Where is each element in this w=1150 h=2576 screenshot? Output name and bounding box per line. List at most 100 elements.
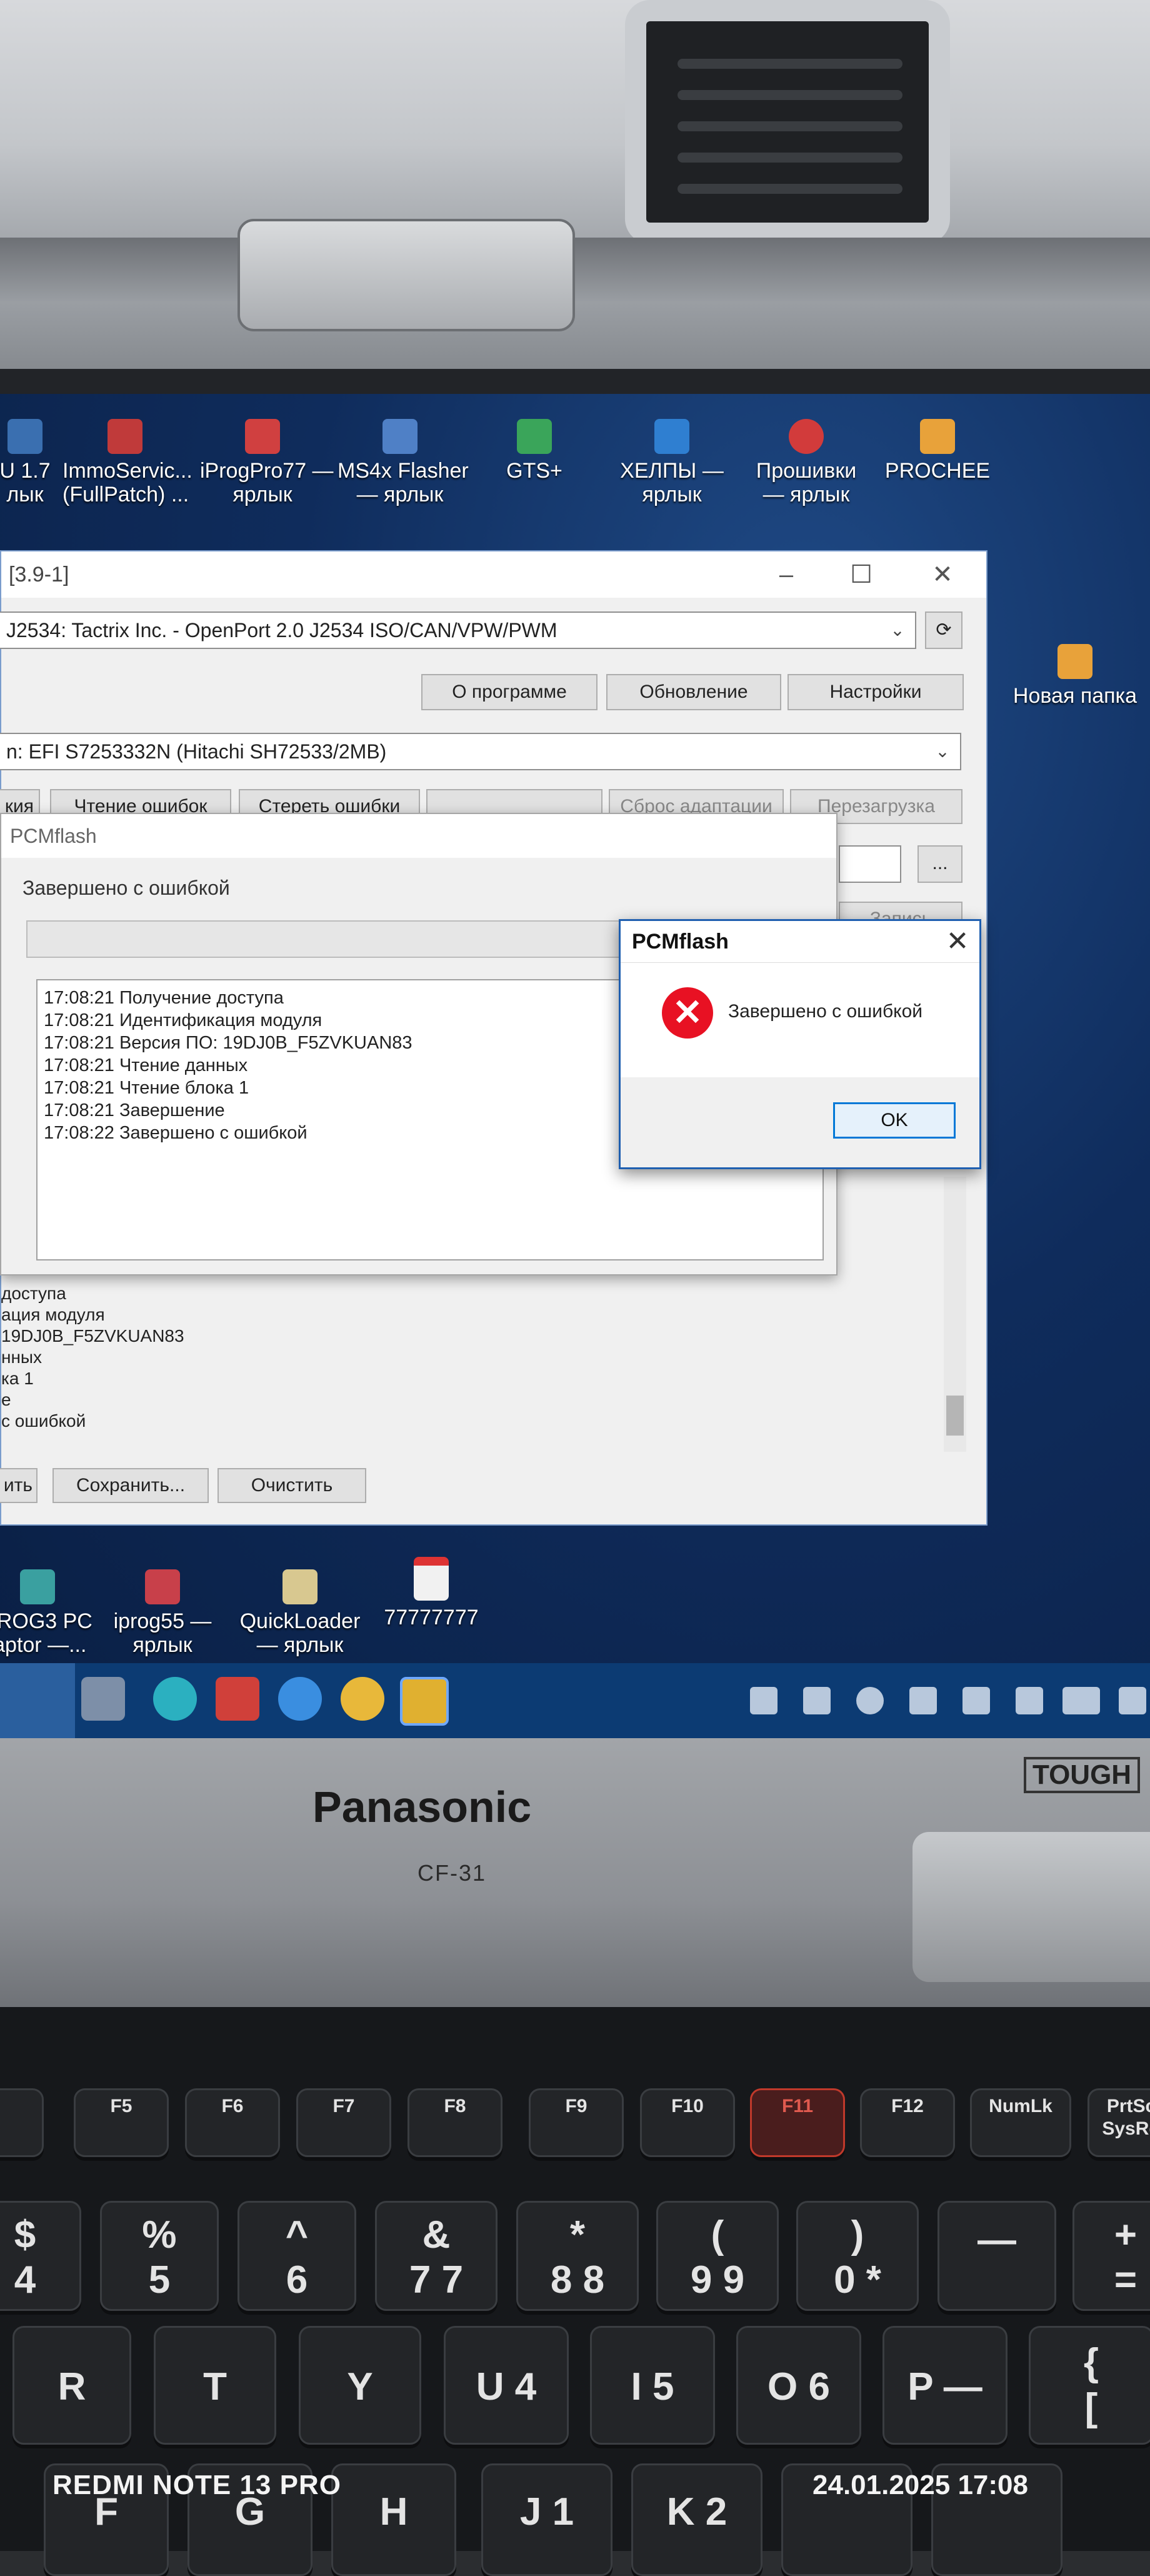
key-5[interactable]: % 5 bbox=[100, 2201, 219, 2311]
key-8[interactable]: * 8 8 bbox=[516, 2201, 639, 2311]
wifi-icon[interactable] bbox=[1016, 1687, 1043, 1714]
lid-latch bbox=[238, 219, 575, 331]
minimize-icon[interactable]: – bbox=[749, 551, 824, 598]
desktop-icon-pdf[interactable]: 77777777 bbox=[369, 1557, 494, 1629]
update-button[interactable]: Обновление bbox=[606, 674, 781, 710]
app-icon bbox=[654, 419, 689, 454]
folder-icon bbox=[1058, 644, 1092, 679]
key-t[interactable]: T bbox=[154, 2326, 276, 2445]
key-r[interactable]: R bbox=[12, 2326, 131, 2445]
key-h[interactable]: H bbox=[331, 2463, 456, 2576]
desktop-icon-new-folder[interactable]: Новая папка bbox=[1012, 644, 1138, 708]
desktop-icon-gts[interactable]: GTS+ bbox=[472, 419, 597, 483]
hinge bbox=[912, 1832, 1150, 1982]
app-icon bbox=[8, 419, 42, 454]
tray-app-icon[interactable] bbox=[750, 1687, 778, 1714]
key-f6[interactable]: F6 bbox=[185, 2088, 280, 2157]
desktop-icon-iprog55[interactable]: iprog55 — ярлык bbox=[100, 1569, 225, 1657]
key-equals[interactable]: + = bbox=[1072, 2201, 1150, 2311]
key-f10[interactable]: F10 bbox=[640, 2088, 735, 2157]
log-scrollbar[interactable] bbox=[944, 1177, 966, 1452]
key-bracket[interactable]: { [ bbox=[1029, 2326, 1150, 2445]
about-button[interactable]: О программе bbox=[421, 674, 598, 710]
error-icon: ✕ bbox=[662, 987, 713, 1039]
key-minus[interactable]: — bbox=[938, 2201, 1056, 2311]
progress-status-text: Завершено с ошибкой bbox=[22, 877, 230, 899]
key-j[interactable]: J 1 bbox=[481, 2463, 612, 2576]
key-i[interactable]: I 5 bbox=[590, 2326, 715, 2445]
taskbar bbox=[0, 1663, 1150, 1738]
pcmflash-taskbar-icon[interactable] bbox=[400, 1677, 449, 1726]
task-view-icon[interactable] bbox=[81, 1677, 125, 1721]
key-f5[interactable]: F5 bbox=[74, 2088, 169, 2157]
app-icon bbox=[282, 1569, 318, 1604]
camera-watermark-datetime: 24.01.2025 17:08 bbox=[812, 2470, 1028, 2500]
app-icon bbox=[245, 419, 280, 454]
key-6[interactable]: ^ 6 bbox=[238, 2201, 356, 2311]
app-icon bbox=[20, 1569, 55, 1604]
key-u[interactable]: U 4 bbox=[444, 2326, 569, 2445]
key[interactable] bbox=[0, 2088, 44, 2157]
key-printscreen[interactable]: PrtSc SysRq bbox=[1088, 2088, 1150, 2157]
refresh-icon: ⟳ bbox=[936, 620, 952, 640]
taskbar-search-box[interactable] bbox=[0, 1663, 75, 1738]
ecu-select[interactable]: n: EFI S7253332N (Hitachi SH72533/2MB) ⌄ bbox=[0, 733, 961, 770]
app-taskbar-icon[interactable] bbox=[278, 1677, 322, 1721]
ok-button[interactable]: OK bbox=[833, 1102, 956, 1139]
key-k[interactable]: K 2 bbox=[631, 2463, 762, 2576]
chrome-icon[interactable] bbox=[341, 1677, 384, 1721]
clear-log-button[interactable]: Очистить bbox=[218, 1468, 366, 1503]
keyboard-icon[interactable] bbox=[1062, 1687, 1100, 1714]
model-label: CF-31 bbox=[418, 1860, 487, 1886]
desktop-icon-ms4x-flasher[interactable]: MS4x Flasher — ярлык bbox=[338, 419, 469, 506]
key-f11[interactable]: F11 bbox=[750, 2088, 845, 2157]
notifications-icon[interactable] bbox=[1119, 1687, 1146, 1714]
settings-button[interactable]: Настройки bbox=[788, 674, 964, 710]
app-taskbar-icon[interactable] bbox=[216, 1677, 259, 1721]
desktop-icon-prochee[interactable]: PROCHEE bbox=[875, 419, 1000, 483]
desktop-icon-iprogpro[interactable]: iProgPro77 — ярлык bbox=[200, 419, 334, 506]
app-icon bbox=[517, 419, 552, 454]
battery-icon[interactable] bbox=[909, 1687, 937, 1714]
key-f8[interactable]: F8 bbox=[408, 2088, 502, 2157]
key-f7[interactable]: F7 bbox=[296, 2088, 391, 2157]
key-9[interactable]: ( 9 9 bbox=[656, 2201, 779, 2311]
bottom-button-1[interactable]: ить bbox=[0, 1468, 38, 1503]
save-log-button[interactable]: Сохранить... bbox=[52, 1468, 209, 1503]
main-log-output: доступа ация модуля 19DJ0B_F5ZVKUAN83 нн… bbox=[1, 1284, 184, 1431]
edge-icon[interactable] bbox=[153, 1677, 197, 1721]
key-4[interactable]: $ 4 bbox=[0, 2201, 81, 2311]
desktop-icon-proshivki[interactable]: Прошивки — ярлык bbox=[744, 419, 869, 506]
key-7[interactable]: & 7 7 bbox=[375, 2201, 498, 2311]
usb-icon[interactable] bbox=[962, 1687, 990, 1714]
brand-logo: Panasonic bbox=[312, 1783, 532, 1831]
message-box-title: PCMflash bbox=[632, 930, 729, 953]
app-icon bbox=[108, 419, 142, 454]
close-icon[interactable]: ✕ bbox=[936, 921, 979, 962]
tray-app-icon[interactable] bbox=[856, 1687, 884, 1714]
volume-icon[interactable] bbox=[803, 1687, 831, 1714]
desktop-icon-immoservice[interactable]: ImmoServic... (FullPatch) ... bbox=[62, 419, 192, 506]
maximize-icon[interactable]: ☐ bbox=[824, 551, 899, 598]
key-p[interactable]: P — bbox=[882, 2326, 1008, 2445]
refresh-button[interactable]: ⟳ bbox=[925, 611, 962, 649]
desktop-icon-prog3[interactable]: PROG3 PC laptor —... bbox=[0, 1569, 100, 1657]
adapter-select[interactable]: J2534: Tactrix Inc. - OpenPort 2.0 J2534… bbox=[0, 611, 916, 649]
message-box-footer: OK bbox=[621, 1077, 979, 1167]
key-f9[interactable]: F9 bbox=[529, 2088, 624, 2157]
file-path-input[interactable] bbox=[839, 845, 901, 883]
desktop-icon-quickloader[interactable]: QuickLoader — ярлык bbox=[238, 1569, 362, 1657]
desktop-icon-helpy[interactable]: ХЕЛПЫ — ярлык bbox=[609, 419, 734, 506]
folder-icon bbox=[920, 419, 955, 454]
key-0[interactable]: ) 0 * bbox=[796, 2201, 919, 2311]
scrollbar-thumb[interactable] bbox=[946, 1396, 964, 1436]
close-icon[interactable]: ✕ bbox=[905, 551, 980, 598]
error-message-box: PCMflash ✕ ✕ Завершено с ошибкой OK bbox=[619, 919, 981, 1169]
browse-button[interactable]: ... bbox=[918, 845, 962, 883]
key-f12[interactable]: F12 bbox=[860, 2088, 955, 2157]
key-o[interactable]: O 6 bbox=[736, 2326, 861, 2445]
air-vent bbox=[625, 0, 950, 244]
car-interior-background bbox=[0, 0, 1150, 263]
key-y[interactable]: Y bbox=[299, 2326, 421, 2445]
key-numlock[interactable]: NumLk bbox=[970, 2088, 1071, 2157]
